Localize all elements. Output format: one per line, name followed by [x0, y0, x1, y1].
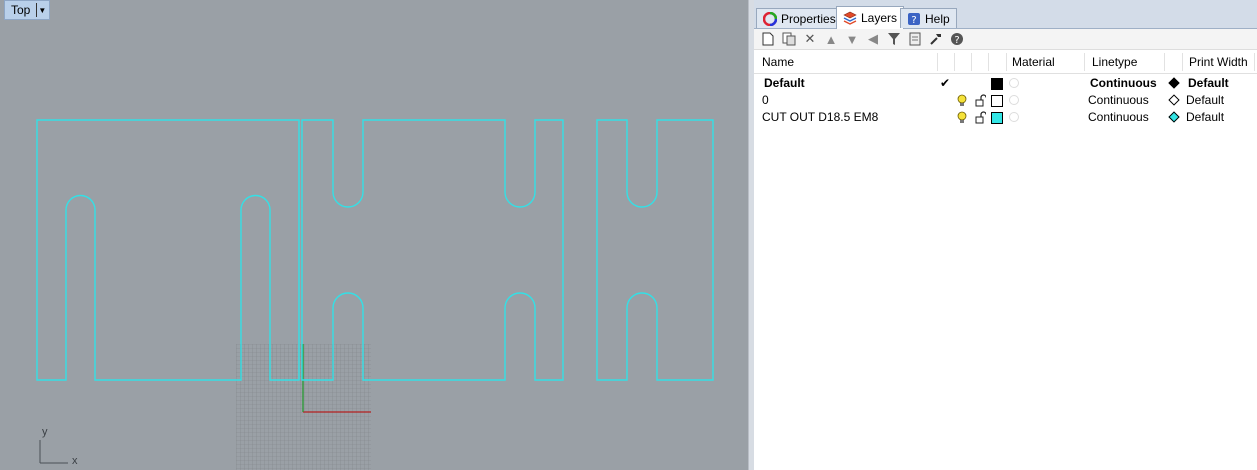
tab-layers[interactable]: Layers [836, 6, 905, 29]
layer-row-0[interactable]: 0 Continuous Default [754, 92, 1257, 109]
color-wheel-icon [763, 11, 777, 26]
layer-print-width[interactable]: Default [1186, 109, 1224, 126]
layer-linetype[interactable]: Continuous [1090, 75, 1157, 92]
delete-icon[interactable]: ✕ [802, 31, 818, 47]
move-up-icon[interactable]: ▲ [823, 31, 839, 47]
move-left-icon[interactable]: ◀ [865, 31, 881, 47]
col-name-header[interactable]: Name [762, 51, 794, 73]
print-color-diamond-icon[interactable] [1168, 94, 1180, 106]
layer-name[interactable]: Default [764, 75, 805, 92]
print-color-diamond-icon[interactable] [1168, 77, 1180, 89]
help-circle-icon[interactable]: ? [949, 31, 965, 47]
layers-table: Name Material Linetype Print Width Defau… [754, 51, 1257, 126]
current-layer-check-icon[interactable]: ✔ [940, 75, 950, 92]
triangle-down-icon[interactable]: ▼ [36, 3, 47, 17]
layer-print-width[interactable]: Default [1188, 75, 1229, 92]
viewport-canvas[interactable] [0, 0, 748, 470]
tab-help[interactable]: ? Help [900, 8, 957, 28]
cut-outline-piece-2[interactable] [301, 119, 564, 381]
material-icon[interactable] [1009, 78, 1019, 88]
viewport-top[interactable]: y x Top ▼ [0, 0, 748, 470]
tab-properties[interactable]: Properties [756, 8, 843, 28]
help-icon: ? [908, 12, 920, 26]
material-icon[interactable] [1009, 95, 1019, 105]
layer-name[interactable]: CUT OUT D18.5 EM8 [762, 109, 878, 126]
layer-name[interactable]: 0 [762, 92, 769, 109]
svg-text:?: ? [954, 35, 959, 46]
layer-linetype[interactable]: Continuous [1088, 92, 1149, 109]
col-print-width-header[interactable]: Print Width [1189, 51, 1248, 73]
panel-tab-strip: Properties Layers ? Help [754, 0, 1257, 29]
layer-color-swatch[interactable] [991, 112, 1003, 124]
unlocked-icon[interactable] [975, 111, 986, 124]
tools-icon[interactable] [928, 31, 944, 47]
layer-row-default[interactable]: Default ✔ Continuous Default [754, 75, 1257, 92]
col-material-header[interactable]: Material [1012, 51, 1055, 73]
layer-page-icon[interactable] [907, 31, 923, 47]
layer-color-swatch[interactable] [991, 95, 1003, 107]
print-color-diamond-icon[interactable] [1168, 111, 1180, 123]
tab-layers-label: Layers [861, 11, 898, 25]
layers-toolbar: ✕ ▲ ▼ ◀ ? [754, 29, 1257, 50]
move-down-icon[interactable]: ▼ [844, 31, 860, 47]
tab-properties-label: Properties [781, 11, 836, 26]
new-layer-icon[interactable] [760, 31, 776, 47]
col-linetype-header[interactable]: Linetype [1092, 51, 1137, 73]
layer-linetype[interactable]: Continuous [1088, 109, 1149, 126]
layer-color-swatch[interactable] [991, 78, 1003, 90]
layer-print-width[interactable]: Default [1186, 92, 1224, 109]
layers-icon [843, 11, 857, 25]
layer-row-cut-out[interactable]: CUT OUT D18.5 EM8 Continuous Default [754, 109, 1257, 126]
tab-help-label: Help [925, 11, 950, 26]
new-sublayer-icon[interactable] [781, 31, 797, 47]
layers-table-header: Name Material Linetype Print Width [754, 51, 1257, 74]
lightbulb-on-icon[interactable] [957, 94, 967, 107]
world-axis-icon [39, 440, 68, 464]
filter-icon[interactable] [886, 31, 902, 47]
layers-panel: Properties Layers ? Help ✕ ▲ ▼ ◀ ? Name … [754, 0, 1257, 470]
axis-y-label: y [42, 426, 48, 438]
viewport-title[interactable]: Top [11, 3, 30, 17]
viewport-title-tab[interactable]: Top ▼ [4, 0, 51, 20]
cut-outline-piece-3[interactable] [596, 119, 714, 381]
svg-text:?: ? [911, 15, 916, 26]
material-icon[interactable] [1009, 112, 1019, 122]
cut-outline-piece-1[interactable] [36, 119, 300, 381]
axis-x-label: x [72, 455, 78, 467]
lightbulb-on-icon[interactable] [957, 111, 967, 124]
unlocked-icon[interactable] [975, 94, 986, 107]
